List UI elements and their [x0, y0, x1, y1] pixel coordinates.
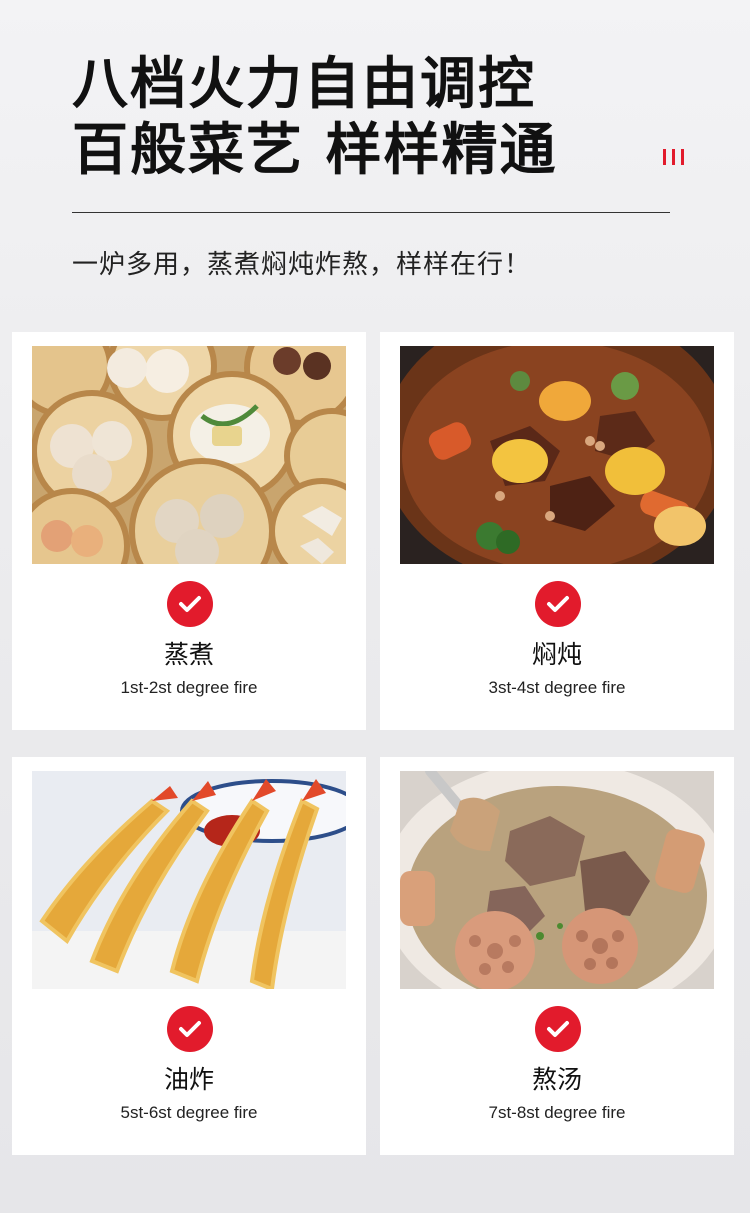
check-icon	[167, 581, 213, 627]
headline: 八档火力自由调控 百般菜艺 样样精通	[72, 52, 558, 184]
fried-shrimp-tempura-photo	[32, 771, 346, 989]
subtitle: 一炉多用，蒸煮焖炖炸熬，样样在行！	[72, 250, 532, 280]
pork-rib-lotus-soup-photo	[400, 771, 714, 989]
card-subtitle: 5st-6st degree fire	[120, 1103, 258, 1122]
card-title: 蒸煮	[163, 640, 214, 669]
steamed-dumplings-photo	[32, 346, 346, 564]
card-title: 熬汤	[531, 1065, 582, 1094]
card-subtitle: 3st-4st degree fire	[488, 678, 626, 697]
mode-card-soup: 熬汤 7st-8st degree fire	[380, 757, 734, 1155]
mode-card-braise: 焖炖 3st-4st degree fire	[380, 332, 734, 730]
mode-card-steam: 蒸煮 1st-2st degree fire	[12, 332, 366, 730]
check-icon	[535, 1006, 581, 1052]
check-icon	[535, 581, 581, 627]
headline-line-1: 八档火力自由调控	[72, 52, 536, 117]
mode-card-fry: 油炸 5st-6st degree fire	[12, 757, 366, 1155]
accent-bars-decoration	[663, 149, 684, 165]
braised-beef-stew-photo	[400, 346, 714, 564]
header-divider	[72, 212, 670, 213]
card-subtitle: 1st-2st degree fire	[120, 678, 258, 697]
card-title: 焖炖	[531, 640, 582, 669]
card-subtitle: 7st-8st degree fire	[488, 1103, 626, 1122]
headline-line-2: 百般菜艺 样样精通	[72, 118, 558, 183]
check-icon	[167, 1006, 213, 1052]
card-title: 油炸	[163, 1065, 214, 1094]
